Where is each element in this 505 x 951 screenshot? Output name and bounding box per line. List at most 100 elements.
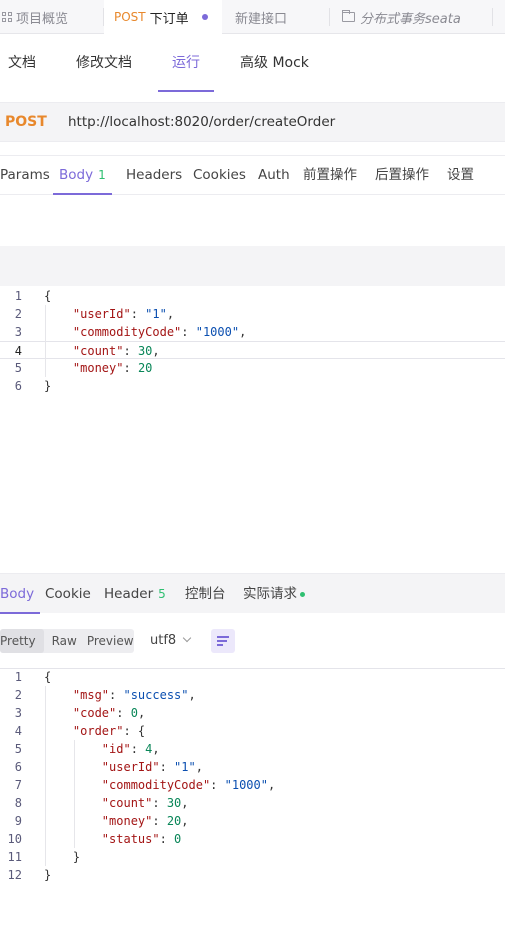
line-number: 1 (14, 289, 22, 303)
code-line: 5 "money": 20 (0, 359, 505, 377)
url-input[interactable]: http://localhost:8020/order/createOrder (68, 114, 335, 130)
response-body-viewer: 1{2 "msg": "success", 3 "code": 0, 4 "orde… (0, 668, 505, 884)
line-number: 6 (14, 760, 22, 774)
tab-response-cookie[interactable]: Cookie (45, 574, 91, 614)
tab-folder-seata[interactable]: 分布式事务seata (330, 0, 493, 34)
code-token: , (188, 688, 196, 702)
tab-project-overview[interactable]: 项目概览 (0, 0, 104, 34)
tab-label: Body (0, 586, 35, 602)
tab-headers[interactable]: Headers (126, 156, 182, 194)
code-token: "id" (101, 742, 131, 756)
encoding-select[interactable]: utf8 (150, 629, 192, 653)
tab-actual-request[interactable]: 实际请求 (243, 574, 305, 614)
line-number: 4 (14, 344, 22, 358)
code-line: 11 } (0, 848, 505, 866)
code-line: 12} (0, 866, 505, 884)
tab-pre-processors[interactable]: 前置操作 (303, 156, 357, 194)
line-number: 11 (7, 850, 22, 864)
code-token: : (130, 307, 146, 321)
tab-console[interactable]: 控制台 (185, 574, 226, 614)
code-token: : (123, 361, 138, 375)
wrap-lines-button[interactable] (211, 629, 235, 653)
code-token: "count" (72, 344, 124, 358)
status-dot-icon (300, 591, 305, 597)
line-number: 10 (7, 832, 22, 846)
code-token: "1000" (224, 778, 268, 792)
dot-icon (201, 14, 208, 20)
code-text: } (44, 866, 51, 884)
code-text: { (44, 287, 51, 305)
tab-params[interactable]: Params (0, 156, 50, 194)
tab-advanced-mock[interactable]: 高级 Mock (240, 34, 309, 92)
code-token: 30 (166, 796, 182, 810)
view-mode-switch: Pretty Raw Preview (0, 629, 134, 653)
code-token: 0 (174, 832, 182, 846)
tab-edit-docs[interactable]: 修改文档 (76, 34, 132, 92)
code-token: , (181, 796, 189, 810)
code-token: "commodityCode" (101, 778, 211, 792)
line-number: 2 (14, 688, 22, 702)
tab-new-endpoint[interactable]: 新建接口 (222, 0, 330, 34)
code-line: 5 "id": 4, (0, 740, 505, 758)
method-select[interactable]: POST (5, 114, 68, 130)
code-token: 30 (137, 344, 153, 358)
code-text: "order": { (44, 722, 145, 740)
tab-run[interactable]: 运行 (158, 34, 214, 92)
code-token: , (239, 325, 247, 339)
pretty-button[interactable]: Pretty (0, 629, 44, 653)
code-token: : (210, 778, 225, 792)
tab-response-body[interactable]: Body (0, 574, 41, 614)
code-line: 2 "userId": "1", (0, 305, 505, 323)
count-badge: 1 (98, 168, 106, 182)
code-text: } (44, 377, 51, 395)
code-text: { (44, 668, 51, 686)
code-text: "count": 30, (44, 794, 189, 812)
tab-label: 新建接口 (235, 11, 288, 27)
code-line: 1{ (0, 287, 505, 305)
code-token: "money" (72, 361, 124, 375)
line-number: 2 (14, 307, 22, 321)
active-underline (158, 90, 214, 92)
code-token: , (137, 706, 146, 720)
request-body-editor[interactable]: 1{2 "userId": "1", 3 "commodityCode": "10… (0, 287, 505, 395)
tab-response-header[interactable]: Header 5 (104, 574, 166, 614)
code-token: , (166, 307, 175, 321)
code-line: 8 "count": 30, (0, 794, 505, 812)
tab-create-order[interactable]: POST 下订单 (104, 0, 222, 34)
code-token: "status" (101, 832, 160, 846)
tab-post-processors[interactable]: 后置操作 (375, 156, 429, 194)
tab-body[interactable]: Body 1 (53, 156, 112, 195)
code-token: "code" (72, 706, 117, 720)
code-token: "1" (174, 760, 196, 774)
code-token: 0 (130, 706, 138, 720)
code-token: , (195, 760, 203, 774)
line-number: 4 (14, 724, 22, 738)
code-line: 1{ (0, 668, 505, 686)
code-token: "order" (72, 724, 124, 738)
response-format-bar: Pretty Raw Preview utf8 (0, 613, 505, 668)
code-text: "userId": "1", (44, 758, 203, 776)
body-type-bar (0, 246, 505, 286)
tab-docs[interactable]: 文档 (8, 34, 36, 92)
code-token: : (130, 742, 146, 756)
tab-auth[interactable]: Auth (258, 156, 290, 194)
response-tabs: Body Cookie Header 5 控制台 实际请求 (0, 573, 505, 614)
indent-guide (45, 686, 46, 866)
code-token: : (152, 796, 167, 810)
tab-settings[interactable]: 设置 (447, 156, 474, 194)
line-number: 7 (14, 778, 22, 792)
raw-button[interactable]: Raw (44, 629, 85, 653)
code-text: "money": 20, (44, 812, 189, 830)
code-line: 6 "userId": "1", (0, 758, 505, 776)
preview-button[interactable]: Preview (85, 629, 142, 653)
chevron-down-icon (182, 633, 192, 643)
code-text: "commodityCode": "1000", (44, 323, 246, 341)
code-text: "userId": "1", (44, 305, 174, 323)
tab-cookies[interactable]: Cookies (193, 156, 246, 194)
grid-icon (2, 12, 12, 22)
